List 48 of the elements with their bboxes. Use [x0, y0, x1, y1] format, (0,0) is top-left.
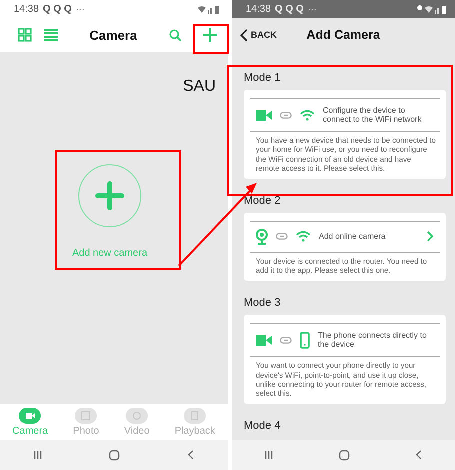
mode-heading: Mode 3 [244, 297, 281, 310]
back-icon[interactable] [186, 450, 195, 460]
mode-heading: Mode 2 [244, 194, 281, 207]
notification-icons: Q Q Q [43, 4, 72, 14]
mode-card[interactable] [244, 90, 446, 179]
mode-heading: Mode 1 [244, 72, 281, 84]
tab-icon [184, 408, 206, 424]
recent-apps-icon[interactable] [33, 450, 44, 460]
status-time: 14:38 [246, 4, 272, 14]
video-camera-icon [256, 334, 272, 346]
mode-summary: The phone connects directly to the device [318, 331, 428, 350]
link-icon [280, 336, 292, 344]
screen-title: Camera [88, 28, 138, 42]
recent-apps-icon[interactable] [264, 450, 274, 460]
device-label: SAU [183, 78, 216, 96]
tab[interactable]: Photo [73, 408, 100, 436]
webcam-icon [256, 228, 268, 245]
screen-title: Add Camera [306, 28, 380, 42]
home-icon[interactable] [338, 450, 350, 460]
status-time: 14:38 [14, 4, 40, 14]
link-icon [276, 233, 288, 240]
tab-icon [75, 408, 98, 424]
mode-card[interactable] [244, 315, 446, 404]
tab[interactable]: Playback [174, 408, 216, 436]
mode-heading: Mode 4 [244, 420, 281, 432]
notification-icons: Q Q Q [275, 4, 304, 14]
tab-icon [19, 408, 42, 424]
phone-icon [300, 332, 310, 349]
more-indicator: ··· [308, 4, 317, 14]
back-button[interactable]: BACK [240, 28, 277, 42]
wifi-icon [296, 231, 311, 242]
video-camera-icon [256, 110, 272, 121]
tab[interactable]: Video [124, 408, 150, 436]
chevron-right-icon [427, 231, 434, 242]
more-indicator: ··· [76, 4, 85, 14]
home-icon[interactable] [109, 450, 120, 460]
link-icon [280, 112, 292, 119]
tab[interactable]: Camera [12, 408, 48, 436]
mode-summary: Configure the device to connect to the WiFi network [323, 106, 423, 124]
add-camera-link[interactable]: Add new camera [72, 248, 148, 258]
signal-battery-icon [417, 4, 447, 14]
back-icon[interactable] [414, 450, 423, 460]
signal-battery-icon [198, 4, 220, 14]
chevron-left-icon [240, 28, 248, 42]
mode-summary: Add online camera [319, 232, 387, 242]
highlight-frame [193, 24, 229, 54]
tab-icon [126, 408, 148, 424]
wifi-icon [300, 110, 315, 121]
